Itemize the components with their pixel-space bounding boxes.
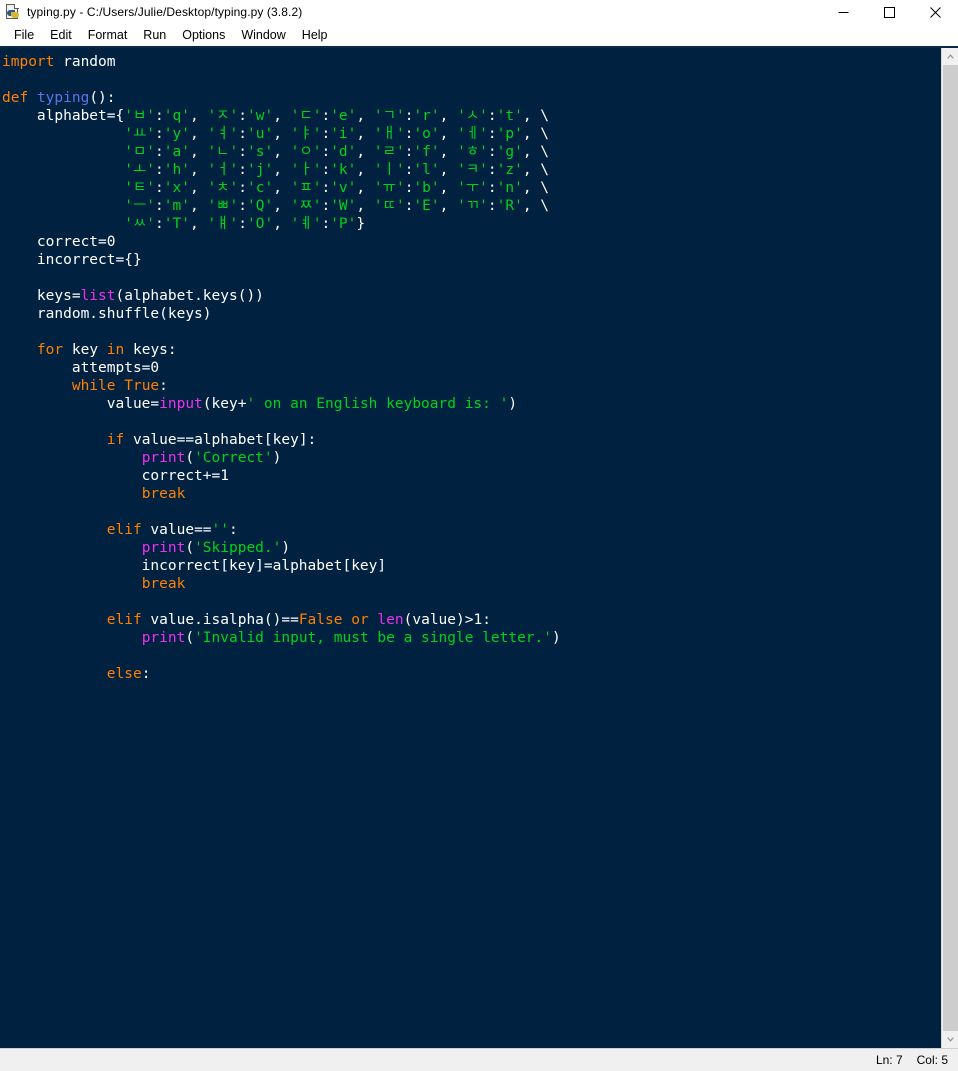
scroll-up-button[interactable]: [942, 48, 958, 65]
menu-item-file[interactable]: File: [6, 26, 42, 44]
menu-item-edit[interactable]: Edit: [42, 26, 80, 44]
chevron-up-icon: [946, 53, 955, 60]
menu-item-window[interactable]: Window: [233, 26, 293, 44]
close-icon: [930, 7, 941, 18]
source-code[interactable]: import random def typing(): alphabet={'ㅂ…: [0, 53, 941, 683]
menu-item-format[interactable]: Format: [80, 26, 136, 44]
minimize-icon: [838, 7, 849, 18]
status-line-number: Ln: 7: [876, 1053, 903, 1067]
chevron-down-icon: [946, 1036, 955, 1043]
scrollbar-thumb[interactable]: [943, 65, 958, 1031]
status-bar: Ln: 7 Col: 5: [0, 1048, 958, 1071]
maximize-icon: [884, 7, 895, 18]
menu-bar: File Edit Format Run Options Window Help: [0, 24, 958, 48]
menu-item-help[interactable]: Help: [294, 26, 336, 44]
window-controls: [820, 0, 958, 24]
editor-area: import random def typing(): alphabet={'ㅂ…: [0, 48, 958, 1048]
scroll-down-button[interactable]: [942, 1031, 958, 1048]
close-button[interactable]: [912, 0, 958, 24]
status-column-number: Col: 5: [917, 1053, 948, 1067]
menu-item-options[interactable]: Options: [174, 26, 233, 44]
python-file-icon: [5, 4, 21, 20]
menu-item-run[interactable]: Run: [135, 26, 174, 44]
vertical-scrollbar[interactable]: [941, 48, 958, 1048]
maximize-button[interactable]: [866, 0, 912, 24]
code-editor[interactable]: import random def typing(): alphabet={'ㅂ…: [0, 48, 941, 1048]
minimize-button[interactable]: [820, 0, 866, 24]
title-bar[interactable]: typing.py - C:/Users/Julie/Desktop/typin…: [0, 0, 958, 24]
window-title: typing.py - C:/Users/Julie/Desktop/typin…: [27, 5, 302, 19]
idle-editor-window: typing.py - C:/Users/Julie/Desktop/typin…: [0, 0, 958, 1071]
